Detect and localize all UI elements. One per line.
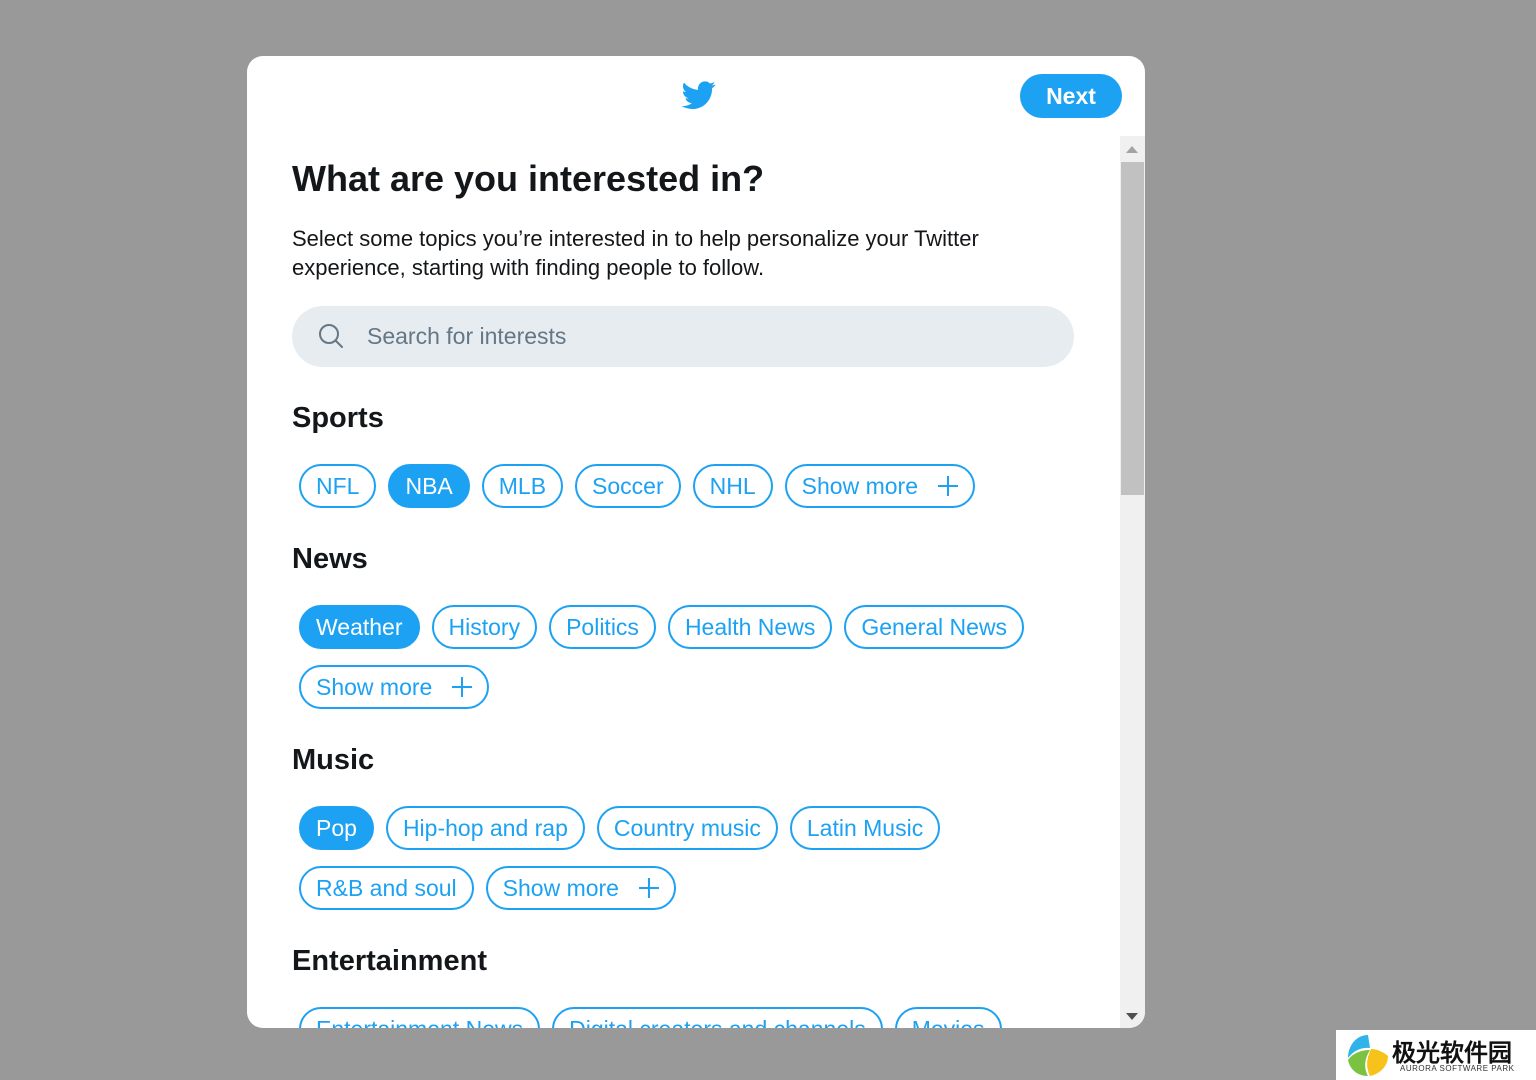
topic-chip-nba[interactable]: NBA	[388, 464, 470, 508]
section-title-music: Music	[292, 744, 375, 776]
topic-chip-pop[interactable]: Pop	[299, 806, 374, 850]
search-bar[interactable]	[292, 306, 1074, 367]
aurora-logo-icon	[1348, 1035, 1388, 1076]
dialog-header: Next	[247, 56, 1145, 136]
plus-icon	[638, 878, 659, 898]
twitter-bird-icon	[681, 81, 716, 110]
page-subtitle: Select some topics you’re interested in …	[292, 226, 979, 280]
plus-icon	[937, 476, 958, 496]
watermark-subtext: AURORA SOFTWARE PARK	[1400, 1064, 1515, 1073]
music-topics-row-2: R&B and soul Show more	[299, 866, 688, 910]
scrollbar-thumb[interactable]	[1121, 162, 1144, 495]
show-more-news-button[interactable]: Show more	[299, 665, 490, 709]
next-button[interactable]: Next	[1020, 74, 1122, 118]
search-input[interactable]	[367, 306, 1057, 367]
section-title-news: News	[292, 543, 368, 575]
topic-chip-latin-music[interactable]: Latin Music	[789, 806, 941, 850]
topic-chip-general-news[interactable]: General News	[844, 605, 1025, 649]
topic-chip-hip-hop-and-rap[interactable]: Hip-hop and rap	[385, 806, 585, 850]
show-more-label: Show more	[502, 874, 619, 901]
plus-icon	[452, 677, 473, 697]
topic-chip-nfl[interactable]: NFL	[299, 464, 377, 508]
topic-chip-politics[interactable]: Politics	[549, 605, 656, 649]
topic-chip-nhl[interactable]: NHL	[692, 464, 773, 508]
sports-topics: NFL NBA MLB Soccer NHL Show more	[299, 464, 987, 508]
dialog-content: What are you interested in? Select some …	[247, 136, 1120, 1028]
search-icon	[319, 324, 343, 348]
topic-chip-mlb[interactable]: MLB	[481, 464, 564, 508]
watermark-text: 极光软件园	[1392, 1039, 1512, 1067]
section-title-sports: Sports	[292, 402, 384, 434]
interests-dialog: Next What are you interested in? Select …	[247, 56, 1145, 1028]
topic-chip-history[interactable]: History	[431, 605, 538, 649]
page-title: What are you interested in?	[292, 158, 765, 199]
vertical-scrollbar[interactable]	[1120, 136, 1145, 1028]
topic-chip-weather[interactable]: Weather	[299, 605, 420, 649]
topic-chip-digital-creators[interactable]: Digital creators and channels	[552, 1007, 883, 1028]
topic-chip-rnb-and-soul[interactable]: R&B and soul	[299, 866, 474, 910]
news-topics-row-2: Show more	[299, 665, 501, 709]
show-more-music-button[interactable]: Show more	[485, 866, 676, 910]
show-more-label: Show more	[316, 673, 433, 700]
topic-chip-health-news[interactable]: Health News	[667, 605, 833, 649]
section-title-entertainment: Entertainment	[292, 945, 487, 977]
music-topics: Pop Hip-hop and rap Country music Latin Mus…	[299, 806, 952, 850]
scroll-up-arrow-icon[interactable]	[1126, 146, 1138, 153]
watermark: 极光软件园 AURORA SOFTWARE PARK	[1336, 1030, 1536, 1080]
topic-chip-soccer[interactable]: Soccer	[575, 464, 681, 508]
topic-chip-entertainment-news[interactable]: Entertainment News	[299, 1007, 541, 1028]
show-more-sports-button[interactable]: Show more	[784, 464, 975, 508]
topic-chip-movies[interactable]: Movies	[894, 1007, 1002, 1028]
show-more-label: Show more	[801, 472, 918, 499]
topic-chip-country-music[interactable]: Country music	[596, 806, 778, 850]
news-topics: Weather History Politics Health News General…	[299, 605, 1036, 649]
entertainment-topics: Entertainment News Digital creators and c…	[299, 1007, 1014, 1028]
scroll-down-arrow-icon[interactable]	[1126, 1013, 1138, 1020]
